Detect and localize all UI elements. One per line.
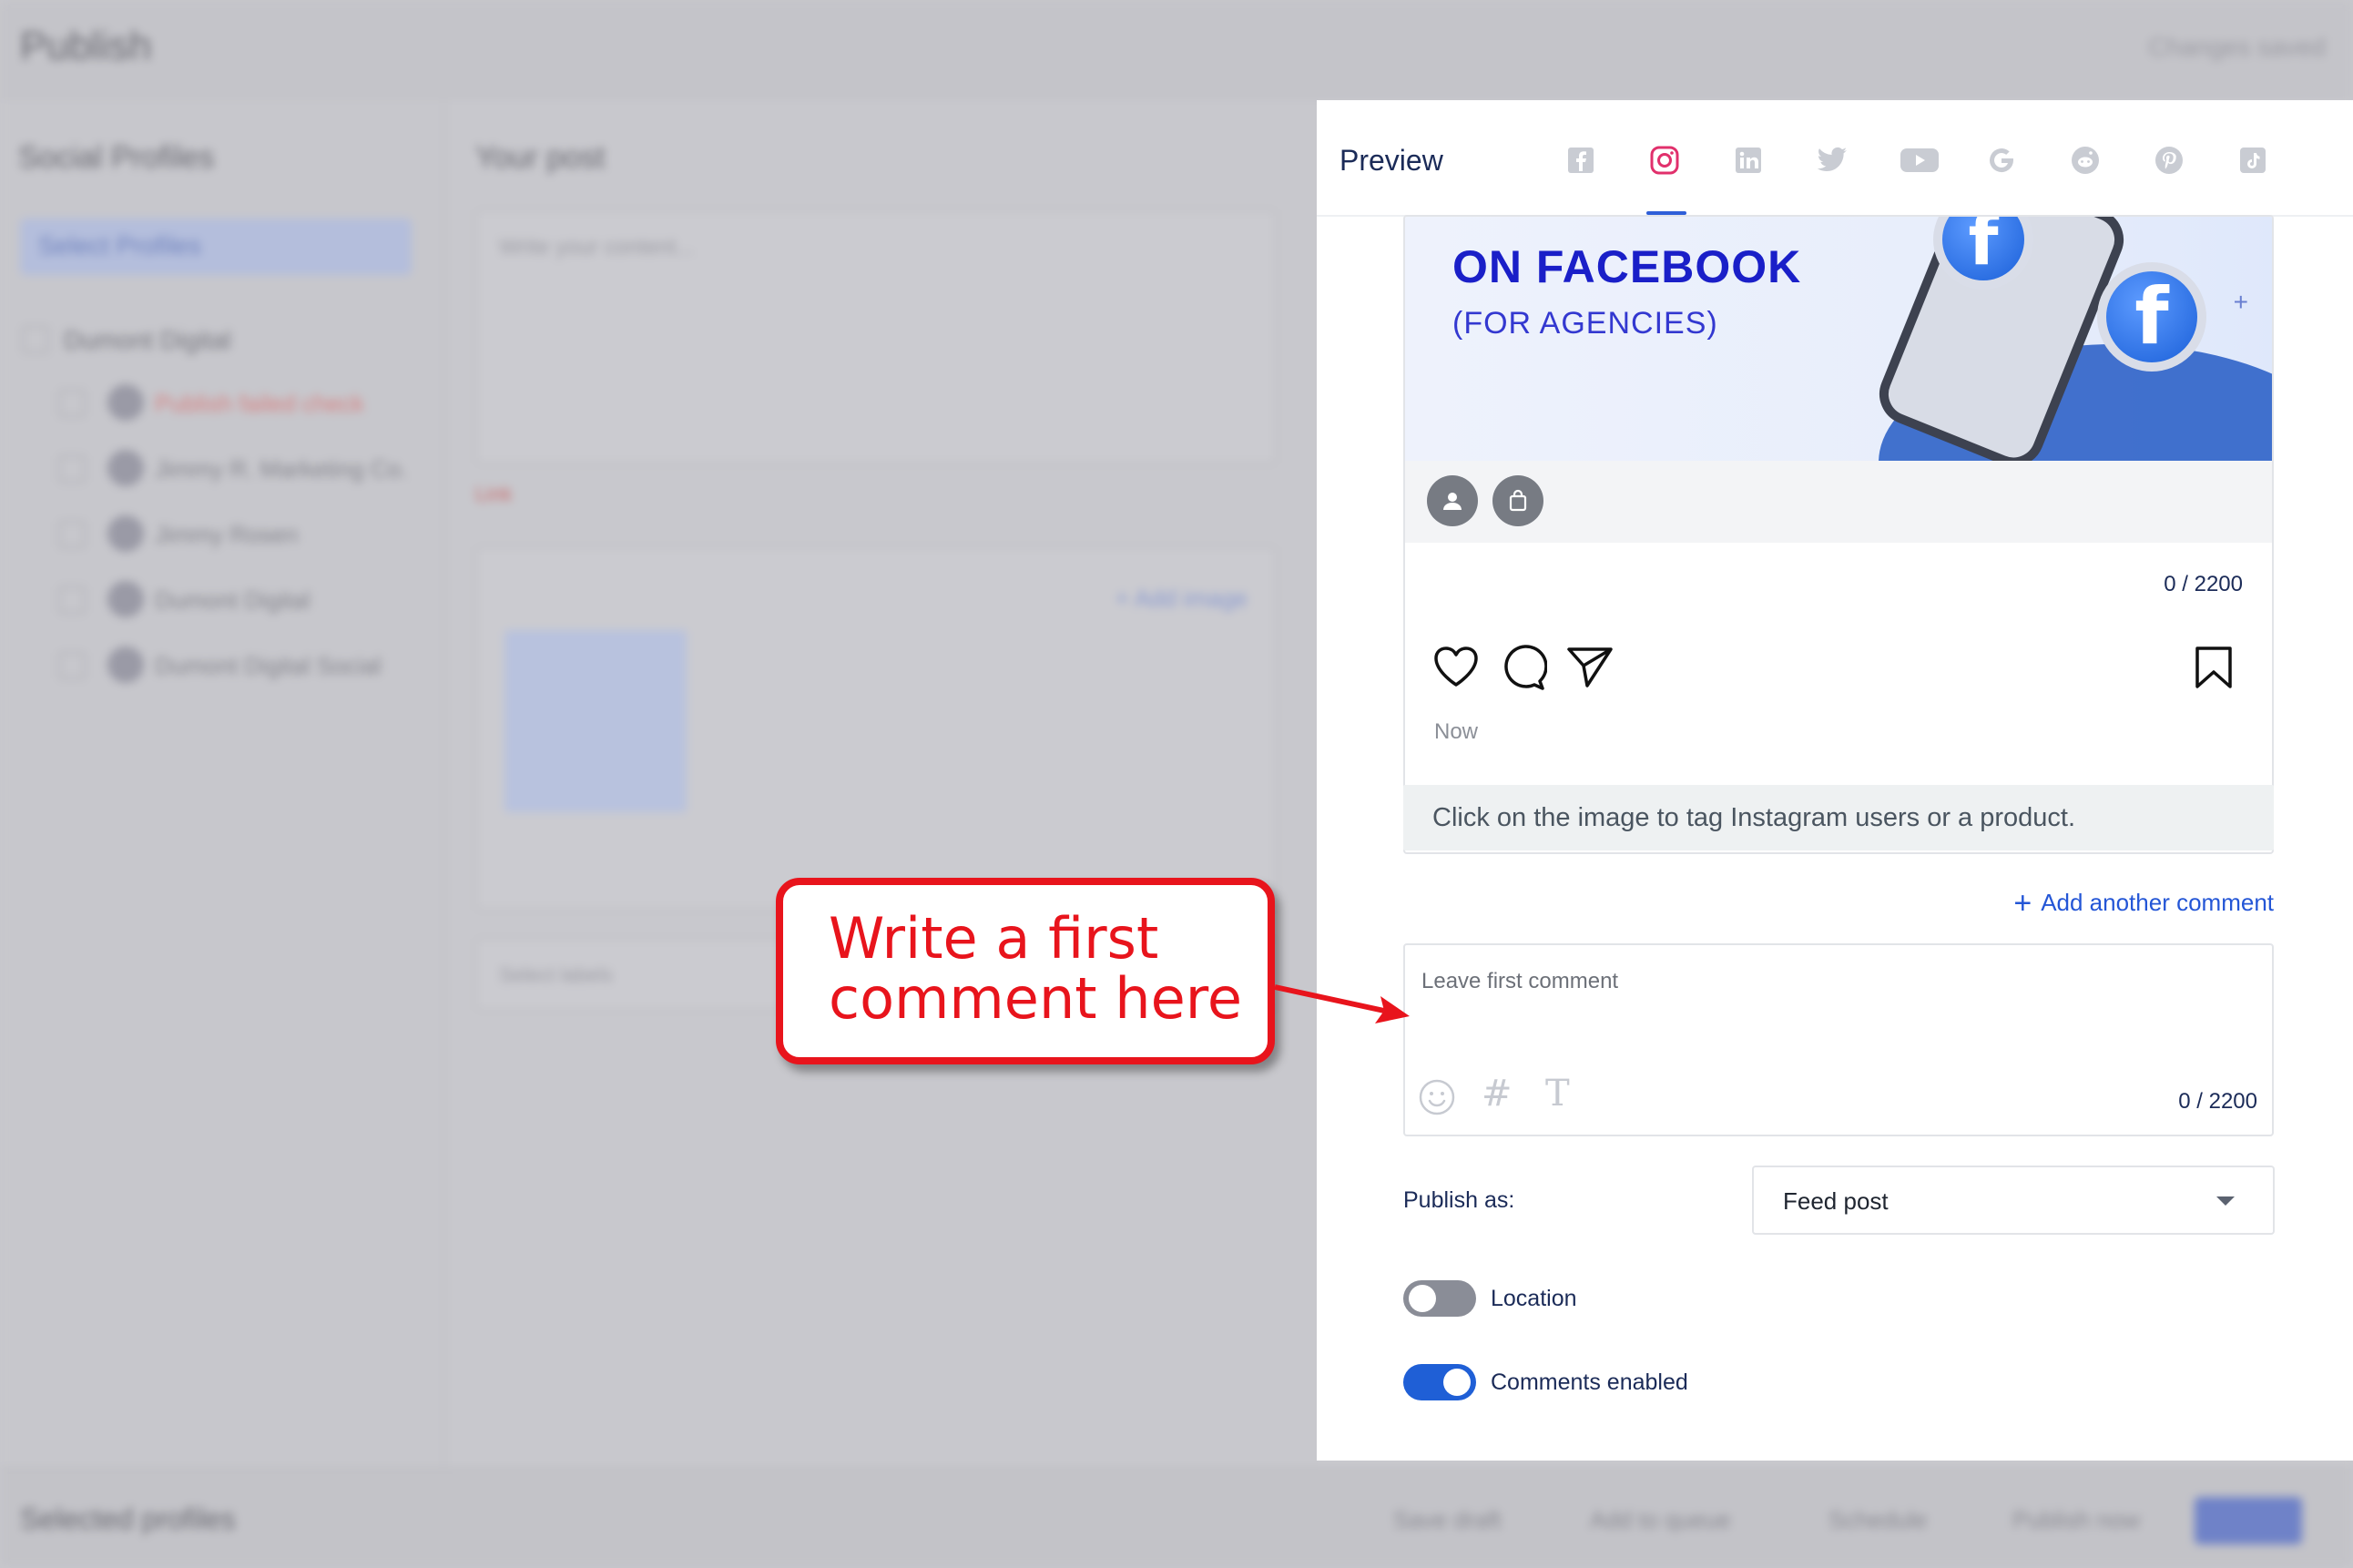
publish-as-value: Feed post <box>1783 1187 1889 1215</box>
publish-now-option[interactable]: Publish now <box>2012 1506 2140 1534</box>
image-thumbnail[interactable] <box>504 630 687 812</box>
profile-name: Jimmy R. Marketing Co. <box>155 455 408 483</box>
facebook-logo-icon: f <box>2097 262 2206 372</box>
tag-hint: Click on the image to tag Instagram user… <box>1403 785 2274 850</box>
tiktok-icon[interactable] <box>2236 144 2269 177</box>
add-to-queue-option[interactable]: Add to queue <box>1590 1506 1731 1534</box>
first-comment-input[interactable] <box>1405 945 2272 1018</box>
profile-checkbox[interactable] <box>58 390 86 417</box>
publish-as-label: Publish as: <box>1403 1187 1515 1213</box>
labels-placeholder: Select labels <box>499 963 613 986</box>
tag-hint-text: Click on the image to tag Instagram user… <box>1432 803 2076 832</box>
preview-panel: Preview ON FACEBOOK (FOR AGENCIES) f f +… <box>1317 100 2353 1461</box>
caption-counter: 0 / 2200 <box>2164 572 2243 596</box>
comments-enabled-label: Comments enabled <box>1491 1369 1688 1395</box>
first-comment-box: # T 0 / 2200 <box>1403 943 2274 1136</box>
toggle-knob <box>1443 1369 1471 1396</box>
location-label: Location <box>1491 1286 1577 1311</box>
post-timestamp: Now <box>1434 719 1479 744</box>
tag-product-icon[interactable] <box>1492 475 1543 526</box>
add-comment-label: Add another comment <box>2041 889 2274 916</box>
avatar <box>107 450 144 486</box>
location-toggle[interactable] <box>1403 1280 1476 1317</box>
avatar <box>107 581 144 617</box>
profile-checkbox[interactable] <box>58 455 86 483</box>
heart-icon[interactable] <box>1432 645 1480 693</box>
avatar <box>107 384 144 421</box>
text-format-icon[interactable]: T <box>1545 1073 1570 1115</box>
error-text: Link <box>475 483 513 505</box>
editor-placeholder: Write your content... <box>499 235 695 260</box>
avatar <box>107 647 144 683</box>
post-image[interactable]: ON FACEBOOK (FOR AGENCIES) f f + <box>1405 217 2272 461</box>
post-editor-panel: Your post Write your content... Link + A… <box>448 100 1318 1466</box>
top-bar: Publish Changes saved <box>0 0 2353 98</box>
comment-icon[interactable] <box>1500 645 1548 695</box>
schedule-option[interactable]: Schedule <box>1828 1506 1927 1534</box>
profile-checkbox[interactable] <box>58 521 86 548</box>
post-editor[interactable]: Write your content... <box>475 209 1277 464</box>
facebook-icon[interactable] <box>1564 144 1597 177</box>
comment-counter: 0 / 2200 <box>2178 1089 2257 1114</box>
google-icon[interactable] <box>1985 144 2018 177</box>
share-icon[interactable] <box>1565 645 1615 693</box>
hashtag-icon[interactable]: # <box>1482 1073 1513 1115</box>
select-profiles-label: Select Profiles <box>38 231 201 260</box>
toggle-knob <box>1409 1285 1436 1312</box>
profile-name: Publish failed check <box>155 390 364 417</box>
chevron-down-icon <box>2216 1196 2235 1206</box>
instagram-icon[interactable] <box>1648 144 1681 177</box>
profile-name: Dumont Digital <box>155 586 311 614</box>
youtube-icon[interactable] <box>1900 144 1940 177</box>
avatar <box>107 515 144 552</box>
save-status: Changes saved <box>2148 33 2326 61</box>
profile-checkbox[interactable] <box>58 652 86 679</box>
image-subheading: (FOR AGENCIES) <box>1452 306 1718 341</box>
group-checkbox[interactable] <box>22 326 49 353</box>
annotation-callout: Write a first comment here <box>776 878 1275 1064</box>
image-heading: ON FACEBOOK <box>1452 241 1802 292</box>
media-area: + Add image <box>475 546 1277 911</box>
preview-title: Preview <box>1339 144 1443 177</box>
profile-group-name: Dumont Digital <box>64 326 231 354</box>
profile-name: Jimmy Rosen <box>155 521 299 548</box>
emoji-icon[interactable] <box>1418 1078 1456 1125</box>
add-image-button[interactable]: + Add image <box>1115 585 1248 613</box>
profile-name: Dumont Digital Social <box>155 652 382 679</box>
tag-toolbar <box>1405 461 2272 543</box>
linkedin-icon[interactable] <box>1732 144 1765 177</box>
bottom-bar: Selected profiles Save draft Add to queu… <box>0 1468 2353 1568</box>
callout-text: Write a first comment here <box>829 905 1242 1032</box>
page-title: Publish <box>20 24 152 68</box>
selected-profiles-label: Selected profiles <box>20 1502 236 1535</box>
instagram-post-preview: ON FACEBOOK (FOR AGENCIES) f f + 0 / 220… <box>1403 215 2274 854</box>
select-profiles-dropdown[interactable]: Select Profiles <box>20 219 412 275</box>
publish-as-select[interactable]: Feed post <box>1752 1166 2275 1235</box>
plus-decoration: + <box>2233 288 2248 316</box>
reddit-icon[interactable] <box>2069 144 2102 177</box>
add-another-comment-button[interactable]: + Add another comment <box>2013 883 2274 921</box>
twitter-icon[interactable] <box>1816 144 1849 177</box>
profile-checkbox[interactable] <box>58 586 86 614</box>
your-post-heading: Your post <box>475 140 606 175</box>
social-profiles-heading: Social Profiles <box>18 140 215 175</box>
bookmark-icon[interactable] <box>2194 645 2234 695</box>
next-button[interactable] <box>2195 1497 2302 1544</box>
plus-icon: + <box>2013 886 2032 921</box>
callout-arrow <box>1273 976 1411 1032</box>
save-draft-option[interactable]: Save draft <box>1393 1506 1502 1534</box>
comments-enabled-toggle[interactable] <box>1403 1364 1476 1400</box>
tag-user-icon[interactable] <box>1427 475 1478 526</box>
social-profiles-panel: Social Profiles Select Profiles Dumont D… <box>0 100 446 1466</box>
pinterest-icon[interactable] <box>2153 144 2185 177</box>
